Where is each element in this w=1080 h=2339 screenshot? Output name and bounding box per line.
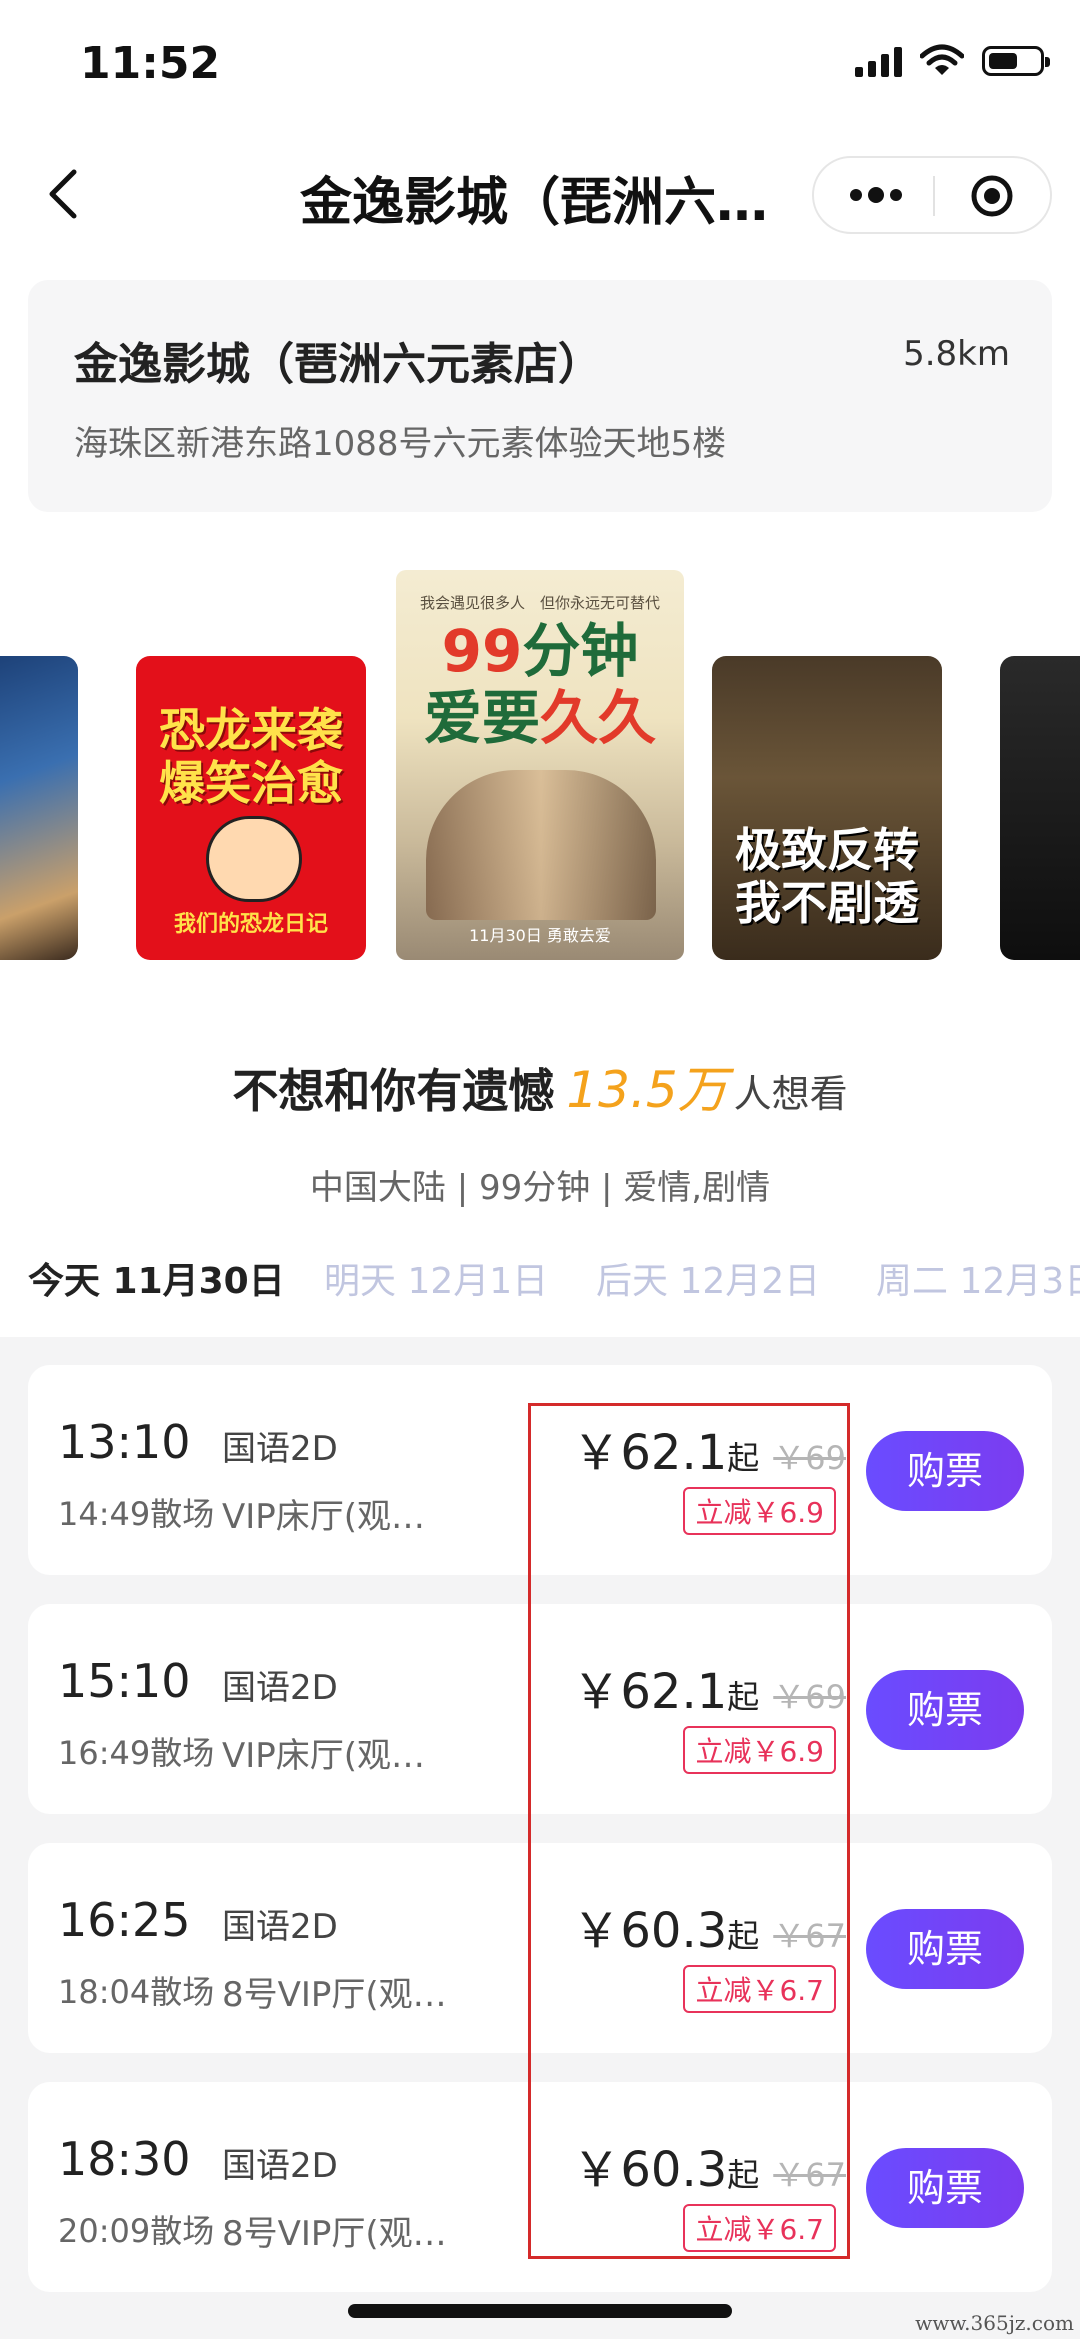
start-time: 16:25 bbox=[58, 1893, 191, 1947]
tab-today[interactable]: 今天 11月30日 bbox=[28, 1252, 285, 1304]
hall-name: 8号VIP厅(观… bbox=[222, 1975, 447, 2015]
end-time: 14:49散场 bbox=[58, 1495, 215, 1533]
start-time: 15:10 bbox=[58, 1654, 191, 1708]
home-indicator[interactable] bbox=[348, 2304, 732, 2318]
buy-ticket-button[interactable]: 购票 bbox=[866, 1670, 1024, 1750]
language-format: 国语2D bbox=[222, 1429, 338, 1469]
poster-subtitle: 我们的恐龙日记 bbox=[173, 912, 328, 937]
want-label: 人想看 bbox=[733, 1072, 848, 1116]
poster-tagline: 我会遇见很多人 但你永远无可替代 bbox=[419, 594, 660, 612]
poster-character bbox=[206, 816, 302, 902]
battery-icon bbox=[982, 46, 1050, 76]
movie-title: 不想和你有遗憾 bbox=[232, 1064, 555, 1118]
page-title: 金逸影城（琵洲六… bbox=[300, 173, 769, 233]
close-miniapp-icon[interactable] bbox=[970, 174, 1014, 218]
end-time: 18:04散场 bbox=[58, 1973, 215, 2011]
buy-ticket-button[interactable]: 购票 bbox=[866, 1431, 1024, 1511]
language-format: 国语2D bbox=[222, 2146, 338, 2186]
poster-selected[interactable]: 我会遇见很多人 但你永远无可替代 99分钟 爱要久久 11月30日 勇敢去爱 bbox=[396, 570, 684, 960]
poster-dinosaur-diary[interactable]: 恐龙来袭 爆笑治愈 我们的恐龙日记 bbox=[136, 656, 366, 960]
capsule-divider bbox=[933, 176, 935, 216]
poster-dark[interactable] bbox=[1000, 656, 1080, 960]
end-time: 20:09散场 bbox=[58, 2212, 215, 2250]
hall-name: VIP床厅(观… bbox=[222, 1736, 426, 1776]
cinema-distance: 5.8km bbox=[903, 334, 1010, 374]
status-icons bbox=[855, 44, 1050, 78]
price-highlight-box bbox=[528, 1403, 850, 2259]
date-tabs: 今天 11月30日 明天 12月1日 后天 12月2日 周二 12月3日 bbox=[0, 1240, 1080, 1310]
poster-carousel[interactable]: 恐龙来袭 爆笑治愈 我们的恐龙日记 我会遇见很多人 但你永远无可替代 99分钟 … bbox=[0, 560, 1080, 1020]
start-time: 18:30 bbox=[58, 2132, 191, 2186]
movie-info: 不想和你有遗憾 13.5万 人想看 中国大陆 | 99分钟 | 爱情,剧情 bbox=[0, 1050, 1080, 1209]
wifi-icon bbox=[920, 44, 964, 75]
more-icon[interactable] bbox=[846, 180, 906, 210]
hall-name: 8号VIP厅(观… bbox=[222, 2214, 447, 2254]
watermark: www.365jz.com bbox=[915, 2311, 1074, 2335]
cinema-address: 海珠区新港东路1088号六元素体验天地5楼 bbox=[74, 424, 727, 464]
poster-thriller[interactable]: 极致反转 我不剧透 bbox=[712, 656, 942, 960]
status-time: 11:52 bbox=[80, 38, 221, 89]
back-icon[interactable] bbox=[36, 164, 96, 224]
buy-ticket-button[interactable]: 购票 bbox=[866, 2148, 1024, 2228]
status-bar: 11:52 bbox=[0, 0, 1080, 130]
signal-icon bbox=[855, 45, 902, 77]
buy-ticket-button[interactable]: 购票 bbox=[866, 1909, 1024, 1989]
poster-image bbox=[426, 770, 656, 920]
cinema-card[interactable]: 金逸影城（琶洲六元素店） 5.8km 海珠区新港东路1088号六元素体验天地5楼 bbox=[28, 280, 1052, 512]
movie-title-line: 不想和你有遗憾 13.5万 人想看 bbox=[0, 1050, 1080, 1122]
start-time: 13:10 bbox=[58, 1415, 191, 1469]
want-count: 13.5万 bbox=[566, 1061, 728, 1119]
movie-meta: 中国大陆 | 99分钟 | 爱情,剧情 bbox=[309, 1168, 771, 1208]
cinema-name: 金逸影城（琶洲六元素店） bbox=[74, 339, 602, 390]
poster-moana[interactable] bbox=[0, 656, 78, 960]
poster-title: 99分钟 爱要久久 bbox=[423, 617, 657, 752]
end-time: 16:49散场 bbox=[58, 1734, 215, 1772]
nav-bar: 金逸影城（琵洲六… bbox=[0, 140, 1080, 250]
poster-date: 11月30日 勇敢去爱 bbox=[469, 926, 611, 945]
poster-title: 极致反转 我不剧透 bbox=[735, 823, 919, 930]
hall-name: VIP床厅(观… bbox=[222, 1497, 426, 1537]
tab-tomorrow[interactable]: 明天 12月1日 bbox=[324, 1252, 548, 1304]
language-format: 国语2D bbox=[222, 1907, 338, 1947]
tab-tuesday[interactable]: 周二 12月3日 bbox=[876, 1252, 1080, 1304]
poster-title: 恐龙来袭 爆笑治愈 bbox=[159, 703, 343, 810]
tab-day-after[interactable]: 后天 12月2日 bbox=[596, 1252, 820, 1304]
language-format: 国语2D bbox=[222, 1668, 338, 1708]
miniapp-capsule bbox=[812, 156, 1052, 234]
